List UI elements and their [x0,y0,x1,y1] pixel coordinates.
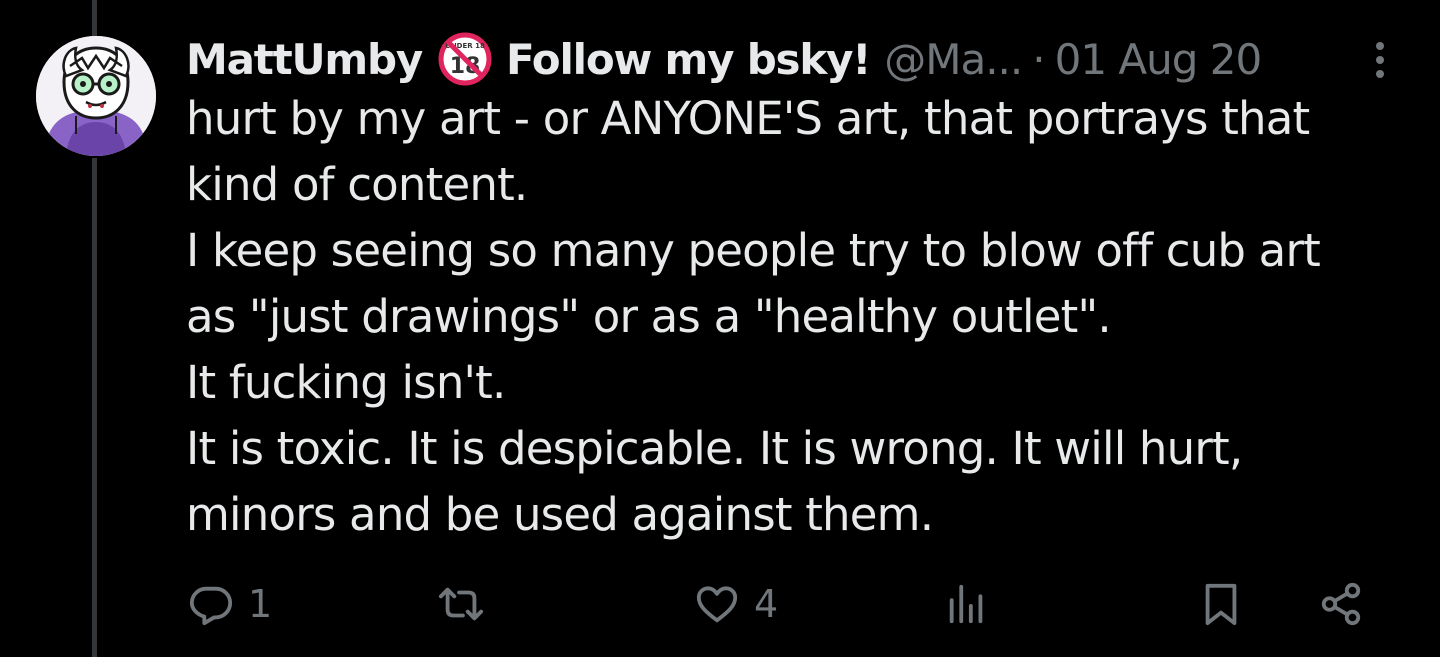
tweet-text-line: It is toxic. It is despicable. It is wro… [186,422,1243,475]
tweet-text-line: I keep seeing so many people try to blow… [186,224,1321,277]
reply-icon [189,586,233,626]
tweet-text: hurt by my art - or ANYONE'S art, that p… [186,86,1406,548]
display-name-suffix[interactable]: Follow my bsky! [506,35,871,84]
reply-count: 1 [248,582,273,626]
action-bar: 1 4 [0,576,1440,632]
timestamp[interactable]: 01 Aug 20 [1055,35,1263,84]
avatar-image [36,36,156,156]
retweet-button[interactable] [438,576,498,632]
like-count: 4 [754,582,779,626]
share-button[interactable] [1318,576,1364,632]
thread-line-top [92,0,97,36]
views-button[interactable] [944,576,1004,632]
heart-icon [696,586,738,623]
views-icon [949,584,983,624]
tweet-text-line: minors and be used against them. [186,488,934,541]
more-options-icon[interactable] [1368,38,1392,82]
user-handle[interactable]: @Ma... [884,35,1023,84]
separator-dot: · [1032,34,1045,84]
like-button[interactable]: 4 [694,576,778,632]
display-name[interactable]: MattUmby [186,35,423,84]
tweet-text-line: hurt by my art - or ANYONE'S art, that p… [186,92,1310,145]
retweet-icon [438,587,484,621]
tweet-header: MattUmby UNDER 18 18 Follow my bsky! @Ma… [186,24,1263,94]
no-under-18-icon: UNDER 18 18 [438,32,492,86]
reply-button[interactable]: 1 [188,576,272,632]
share-icon [1321,582,1361,626]
bookmark-icon [1205,583,1237,626]
tweet-text-line: as "just drawings" or as a "healthy outl… [186,290,1112,343]
bookmark-button[interactable] [1198,576,1244,632]
avatar[interactable] [36,36,156,156]
tweet-text-line: It fucking isn't. [186,356,506,409]
tweet-text-line: kind of content. [186,158,528,211]
